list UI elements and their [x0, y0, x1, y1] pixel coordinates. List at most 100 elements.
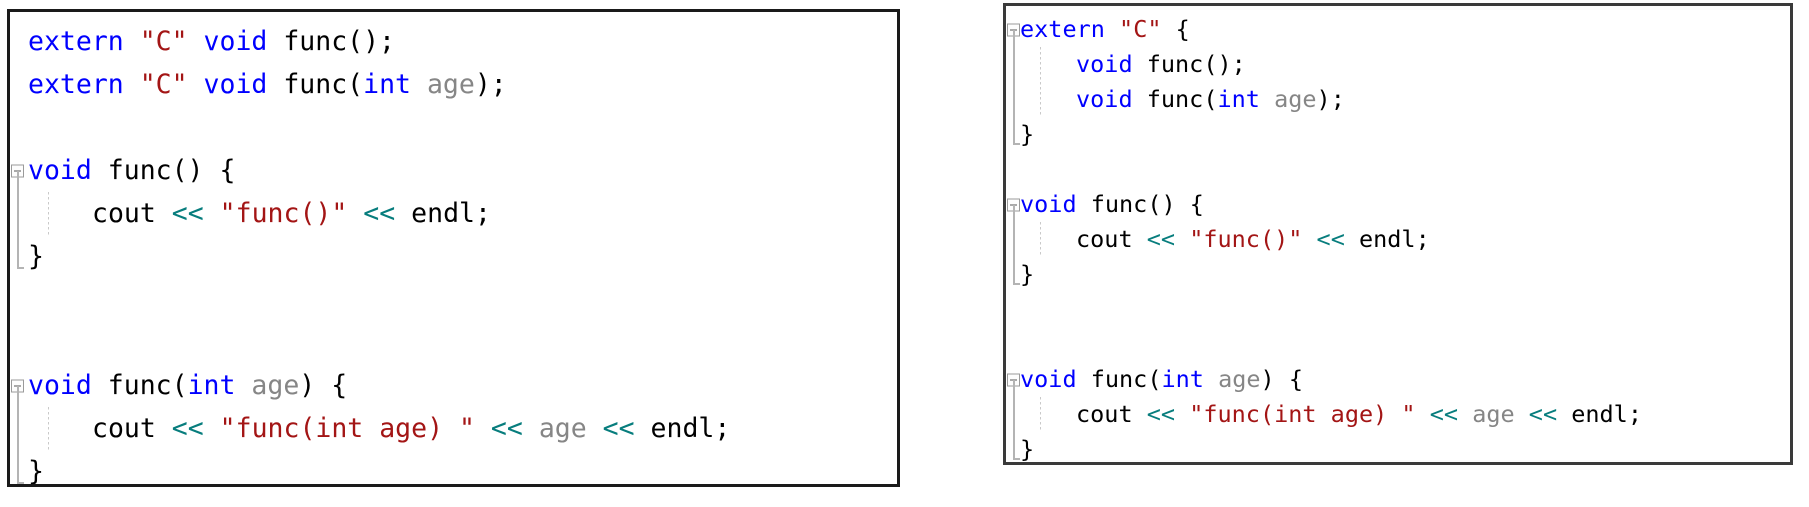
code-token-kw: extern	[1020, 15, 1105, 43]
code-token-pl: cout	[1076, 225, 1147, 253]
code-token-pl: func(	[1076, 365, 1162, 393]
code-line[interactable]: void func(int age) {	[1006, 362, 1790, 397]
code-token-pl: {	[1161, 15, 1190, 43]
code-token-str: "func()"	[1189, 225, 1303, 253]
gutter	[10, 20, 32, 63]
code-line[interactable]	[10, 321, 897, 364]
gutter	[10, 235, 32, 278]
code-token-str: "C"	[139, 26, 188, 57]
code-panel-right[interactable]: extern "C" {void func(); void func(int ag…	[1003, 3, 1793, 465]
code-line-text: void func(int age);	[1020, 82, 1345, 117]
code-token-id: age	[426, 69, 475, 100]
gutter	[10, 63, 32, 106]
code-line[interactable]: }	[1006, 432, 1790, 462]
gutter	[1006, 117, 1028, 152]
indent-guide-icon	[48, 407, 49, 450]
code-token-kw: int	[363, 69, 411, 100]
code-line[interactable]: void func();	[1006, 47, 1790, 82]
code-line[interactable]: extern "C" void func(int age);	[10, 63, 897, 106]
code-token-id: age	[538, 413, 587, 444]
code-line[interactable]	[1006, 292, 1790, 327]
code-token-pl: endl;	[1344, 225, 1430, 253]
gutter	[10, 192, 32, 235]
code-token-pl: func();	[1132, 50, 1246, 78]
indent-guide-icon	[1040, 397, 1041, 432]
code-token-kw: extern	[28, 26, 124, 57]
code-panel-left[interactable]: extern "C" void func(); extern "C" void f…	[7, 9, 900, 487]
code-line[interactable]: }	[10, 450, 897, 484]
code-token-pl: cout	[1076, 400, 1147, 428]
code-line[interactable]: extern "C" {	[1006, 12, 1790, 47]
code-line[interactable]: cout << "func(int age) " << age << endl;	[1006, 397, 1790, 432]
code-token-pl: endl;	[1557, 400, 1642, 428]
fold-guide-line	[1013, 257, 1020, 285]
gutter	[1006, 82, 1028, 117]
code-line[interactable]: cout << "func()" << endl;	[1006, 222, 1790, 257]
code-line[interactable]	[1006, 327, 1790, 362]
code-line-text: void func() {	[28, 149, 235, 192]
code-token-pl: );	[1316, 85, 1345, 113]
fold-guide-line	[17, 235, 24, 269]
code-line[interactable]: void func(int age);	[1006, 82, 1790, 117]
gutter	[10, 149, 32, 192]
code-token-op: <<	[171, 198, 204, 229]
code-token-pl: endl;	[395, 198, 491, 229]
fold-guide-line	[1013, 47, 1015, 82]
code-token-pl: cout	[92, 413, 172, 444]
indent-guide-icon	[1040, 222, 1041, 257]
code-line[interactable]: void func() {	[10, 149, 897, 192]
code-editor-area-left[interactable]: extern "C" void func(); extern "C" void f…	[10, 12, 897, 484]
code-token-pl: ) {	[299, 370, 348, 401]
code-token-pl: endl;	[634, 413, 731, 444]
code-line[interactable]	[10, 278, 897, 321]
code-token-kw: int	[1217, 85, 1260, 113]
code-token-op: <<	[1146, 400, 1176, 428]
code-line[interactable]: }	[10, 235, 897, 278]
code-editor-area-right[interactable]: extern "C" {void func(); void func(int ag…	[1006, 6, 1790, 462]
code-token-op: <<	[363, 198, 396, 229]
code-token-str: "C"	[139, 69, 188, 100]
code-token-pl: func(	[91, 370, 188, 401]
code-token-op: <<	[1316, 225, 1345, 253]
fold-guide-line	[17, 450, 24, 484]
fold-guide-line	[1013, 222, 1015, 257]
code-line-text: void func() {	[1020, 187, 1204, 222]
code-line[interactable]: }	[1006, 117, 1790, 152]
indent-guide-icon	[1040, 47, 1041, 82]
code-line-text: cout << "func(int age) " << age << endl;	[1020, 397, 1642, 432]
code-token-id: age	[1218, 365, 1261, 393]
code-line[interactable]: cout << "func(int age) " << age << endl;	[10, 407, 897, 450]
gutter	[1006, 257, 1028, 292]
code-token-kw: void	[203, 26, 268, 57]
code-line[interactable]: }	[1006, 257, 1790, 292]
code-line[interactable]: cout << "func()" << endl;	[10, 192, 897, 235]
code-token-pl: func() {	[91, 155, 236, 186]
code-line[interactable]: void func(int age) {	[10, 364, 897, 407]
code-token-kw: extern	[28, 69, 124, 100]
code-token-id: age	[1274, 85, 1317, 113]
code-line[interactable]: void func() {	[1006, 187, 1790, 222]
code-token-kw: void	[1020, 365, 1077, 393]
code-token-pl: cout	[92, 198, 172, 229]
code-line-text: extern "C" {	[1020, 12, 1190, 47]
gutter	[1006, 292, 1028, 327]
code-token-kw: void	[1076, 85, 1133, 113]
code-token-pl: func();	[267, 26, 396, 57]
code-line[interactable]	[1006, 152, 1790, 187]
code-line[interactable]: extern "C" void func();	[10, 20, 897, 63]
code-token-op: <<	[1429, 400, 1459, 428]
code-token-str: "func(int age) "	[219, 413, 475, 444]
code-line[interactable]	[10, 106, 897, 149]
code-token-kw: int	[1161, 365, 1204, 393]
code-token-op: <<	[1528, 400, 1558, 428]
